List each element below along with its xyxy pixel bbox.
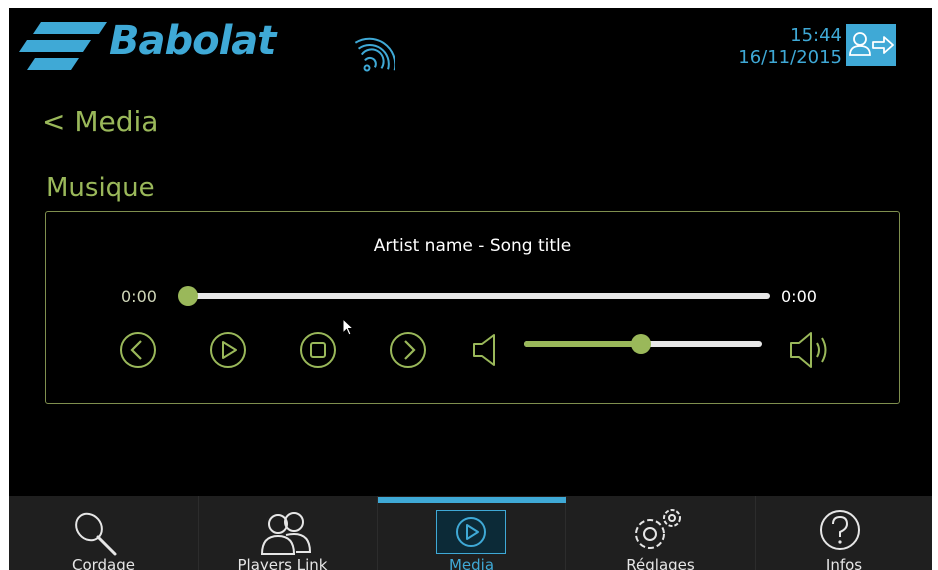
help-icon: [820, 510, 860, 550]
tab-label: Réglages: [626, 556, 695, 570]
active-tab-indicator: [378, 497, 566, 503]
chevron-left-icon: [120, 332, 156, 368]
play-icon: [210, 332, 246, 368]
seek-handle[interactable]: [178, 286, 198, 306]
stop-icon: [300, 332, 336, 368]
time-label: 15:44: [790, 25, 842, 46]
next-button[interactable]: [388, 330, 428, 370]
tab-reglages[interactable]: Réglages: [566, 496, 756, 570]
volume-handle[interactable]: [630, 334, 651, 354]
seek-bar[interactable]: [178, 286, 770, 306]
racket-icon: [75, 512, 117, 556]
volume-low-icon[interactable]: [470, 330, 504, 370]
mouse-cursor-icon: [342, 318, 355, 336]
tab-label: Infos: [825, 556, 863, 570]
elapsed-time: 0:00: [121, 287, 157, 306]
babolat-logo-icon: [19, 22, 107, 70]
tab-label: Media: [448, 556, 495, 570]
logout-icon: [849, 32, 894, 56]
bottom-nav: Cordage Players Link Media Réglages Info…: [9, 496, 932, 570]
brand-name: Babolat: [109, 18, 276, 64]
stop-button[interactable]: [298, 330, 338, 370]
header: Babolat 15:44 16/11/2015: [9, 8, 932, 88]
tab-cordage[interactable]: Cordage: [9, 496, 199, 570]
date-label: 16/11/2015: [738, 47, 842, 68]
section-title: Musique: [46, 173, 155, 203]
volume-slider-fill: [524, 341, 641, 347]
app-screen: Babolat 15:44 16/11/2015 < Media Musique: [9, 8, 932, 570]
gears-icon: [635, 509, 681, 549]
duration-time: 0:00: [781, 287, 817, 306]
back-link[interactable]: < Media: [42, 105, 158, 139]
tab-label: Players Link: [237, 556, 328, 570]
tab-label: Cordage: [71, 556, 136, 570]
play-button[interactable]: [208, 330, 248, 370]
volume-high-icon[interactable]: [787, 328, 833, 372]
play-icon: [456, 517, 486, 547]
tab-players-link[interactable]: Players Link: [188, 496, 378, 570]
chevron-right-icon: [390, 332, 426, 368]
clock: 15:44 16/11/2015: [738, 25, 842, 69]
previous-button[interactable]: [118, 330, 158, 370]
tab-media[interactable]: Media: [378, 496, 566, 570]
players-icon: [260, 512, 312, 555]
logout-button[interactable]: [846, 24, 896, 66]
media-tab-highlight: [436, 510, 506, 554]
music-player-panel: Artist name - Song title 0:00 0:00: [45, 211, 900, 404]
tab-infos[interactable]: Infos: [756, 496, 932, 570]
wifi-icon: [354, 37, 395, 72]
volume-slider[interactable]: [524, 334, 762, 354]
track-title: Artist name - Song title: [373, 236, 572, 256]
